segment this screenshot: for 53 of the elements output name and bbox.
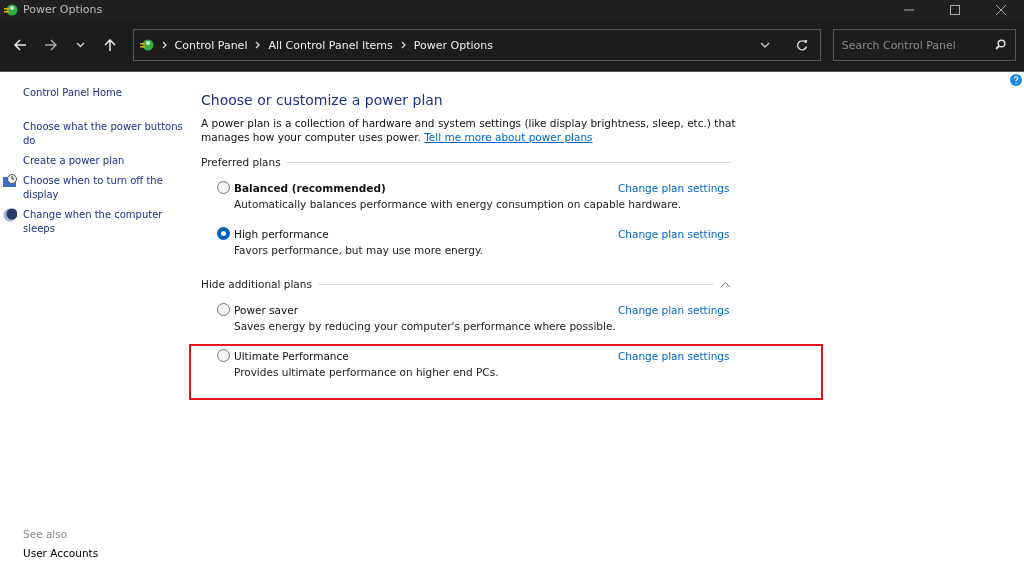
plan-description: Favors performance, but may use more energy. [234, 244, 485, 256]
minimize-icon[interactable] [904, 8, 914, 11]
forward-arrow-icon[interactable] [43, 39, 57, 51]
help-link[interactable]: Tell me more about power plans [424, 131, 593, 143]
sidebar-link[interactable]: Create a power plan [23, 154, 183, 168]
maximize-icon[interactable] [950, 4, 960, 15]
search-icon[interactable] [995, 39, 1006, 50]
collapse-icon[interactable] [720, 280, 731, 288]
back-arrow-icon[interactable] [14, 39, 28, 51]
dropdown-icon[interactable] [759, 42, 770, 48]
radio-button[interactable] [217, 303, 230, 316]
refresh-icon[interactable] [795, 39, 808, 51]
chevron-icon [400, 41, 406, 49]
group-heading[interactable]: Hide additional plans [201, 278, 312, 290]
close-icon[interactable] [996, 4, 1006, 15]
plan-description: Provides ultimate performance on higher end PCs. [234, 366, 500, 378]
search-field[interactable]: Search Control Panel [832, 29, 1016, 61]
sidebar-link[interactable]: Control Panel Home [23, 86, 183, 100]
chevron-down-icon[interactable] [75, 42, 85, 48]
window-title: Power Options [23, 3, 103, 16]
plan-name: Ultimate Performance [234, 349, 350, 362]
change-plan-link[interactable]: Change plan settings [618, 227, 730, 240]
breadcrumb[interactable]: All Control Panel Items [268, 38, 393, 52]
sidebar-link[interactable]: Change when the computer sleeps [23, 208, 183, 236]
sidebar-link[interactable]: Choose when to turn off the display [23, 174, 183, 202]
radio-button[interactable] [217, 349, 230, 362]
plan-name: Power saver [234, 303, 299, 316]
plan-description: Automatically balances performance with energy consumption on capable hardware. [234, 198, 683, 210]
group-heading: Preferred plans [201, 156, 281, 168]
power-options-icon [139, 38, 154, 52]
change-plan-link[interactable]: Change plan settings [618, 181, 730, 194]
plan-description: Saves energy by reducing your computer's performance where possible. [234, 320, 617, 332]
breadcrumb[interactable]: Control Panel [174, 38, 248, 52]
sidebar-link[interactable]: Choose what the power buttons do [23, 120, 183, 148]
help-icon[interactable] [1010, 74, 1022, 86]
power-options-icon [4, 2, 18, 17]
plan-name: High performance [234, 227, 330, 240]
breadcrumb[interactable]: Power Options [413, 38, 493, 52]
page-title: Choose or customize a power plan [201, 92, 444, 108]
moon-icon [3, 208, 17, 222]
see-also-heading: See also [23, 528, 69, 540]
radio-button[interactable] [217, 227, 230, 240]
change-plan-link[interactable]: Change plan settings [618, 303, 730, 316]
plan-name: Balanced (recommended) [234, 181, 387, 194]
sidebar-link[interactable]: User Accounts [23, 547, 183, 559]
radio-button[interactable] [217, 181, 230, 194]
change-plan-link[interactable]: Change plan settings [618, 349, 730, 362]
clock-monitor-icon [3, 174, 18, 188]
chevron-icon [161, 41, 167, 49]
intro-text: A power plan is a collection of hardware and system settings (like display brightness, sleep, etc.) that manages how your computer uses power. Tell me more about power plans [201, 116, 737, 144]
address-bar[interactable]: Control Panel All Control Panel Items Power Options [132, 29, 821, 61]
chevron-icon [255, 41, 261, 49]
up-arrow-icon[interactable] [103, 38, 116, 52]
